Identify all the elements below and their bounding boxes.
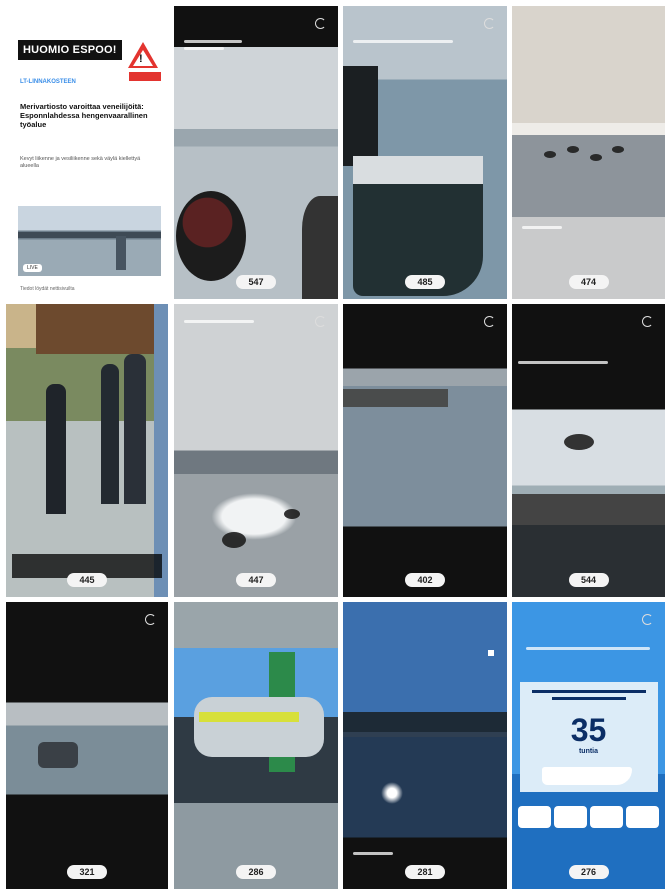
info-number: 35 xyxy=(570,712,607,748)
person xyxy=(46,384,66,514)
jetski xyxy=(284,509,300,519)
loading-icon xyxy=(642,316,653,327)
loading-icon xyxy=(642,614,653,625)
jetski xyxy=(194,697,324,757)
story-tile-article[interactable]: HUOMIO ESPOO! ! LT-LINNAKOSTEEN Merivart… xyxy=(6,6,168,299)
story-tile-ferry-window[interactable]: 547 xyxy=(174,6,338,299)
story-tile-pier-calm[interactable]: 402 xyxy=(343,304,507,597)
boat xyxy=(567,146,579,153)
boat-graphic xyxy=(542,767,632,785)
loading-icon xyxy=(315,316,326,327)
person-silhouette xyxy=(176,191,246,281)
story-tile-sun-water[interactable]: 281 xyxy=(343,602,507,889)
stories-grid: HUOMIO ESPOO! ! LT-LINNAKOSTEEN Merivart… xyxy=(0,0,665,889)
story-tile-ship-stern[interactable]: 485 xyxy=(343,6,507,299)
view-count: 321 xyxy=(67,865,107,879)
stat-pill xyxy=(590,806,623,828)
article-kicker: LT-LINNAKOSTEEN xyxy=(20,79,76,85)
story-tile-helicopter-deck[interactable]: 544 xyxy=(512,304,665,597)
loading-icon xyxy=(315,18,326,29)
helicopter xyxy=(564,434,594,450)
story-tile-boats-formation[interactable]: 474 xyxy=(512,6,665,299)
article-lede: Kevyt liikenne ja vesiliikenne sekä väyl… xyxy=(20,156,141,169)
view-count: 276 xyxy=(568,865,609,879)
story-tile-infographic[interactable]: 35 tuntia 276 xyxy=(512,602,665,889)
stat-pill xyxy=(626,806,659,828)
loading-icon xyxy=(145,614,156,625)
view-count: 547 xyxy=(236,275,276,289)
pier xyxy=(343,389,448,407)
loading-icon xyxy=(484,316,495,327)
view-count: 485 xyxy=(405,275,445,289)
person xyxy=(101,364,119,504)
island xyxy=(343,712,507,732)
story-tile-stairs-tower[interactable]: 445 xyxy=(6,304,168,597)
view-count: 445 xyxy=(67,573,107,587)
boat xyxy=(612,146,624,153)
view-count: 281 xyxy=(405,865,445,879)
live-chip: LIVE xyxy=(23,264,42,272)
view-count: 286 xyxy=(236,865,276,879)
story-tile-jetskis-trailer[interactable]: 286 xyxy=(174,602,338,889)
boat xyxy=(544,151,556,158)
boat xyxy=(38,742,78,768)
stat-pill xyxy=(554,806,587,828)
boat xyxy=(590,154,602,161)
info-unit: tuntia xyxy=(578,748,599,755)
article-headline: Merivartiosto varoittaa veneilijöitä: Es… xyxy=(20,102,148,129)
story-tile-jetski-wake[interactable]: 447 xyxy=(174,304,338,597)
view-count: 474 xyxy=(568,275,609,289)
sun-reflection xyxy=(381,782,403,804)
view-count: 544 xyxy=(568,573,609,587)
loading-icon xyxy=(484,18,495,29)
alert-tag: HUOMIO ESPOO! xyxy=(18,40,122,60)
article-meta: Tiedot löydät nettisivuilta xyxy=(20,286,75,292)
jetski xyxy=(222,532,246,548)
stat-pill xyxy=(518,806,551,828)
view-count: 402 xyxy=(405,573,445,587)
story-tile-harbor-boat[interactable]: 321 xyxy=(6,602,168,889)
view-count: 447 xyxy=(236,573,276,587)
person xyxy=(124,354,146,504)
